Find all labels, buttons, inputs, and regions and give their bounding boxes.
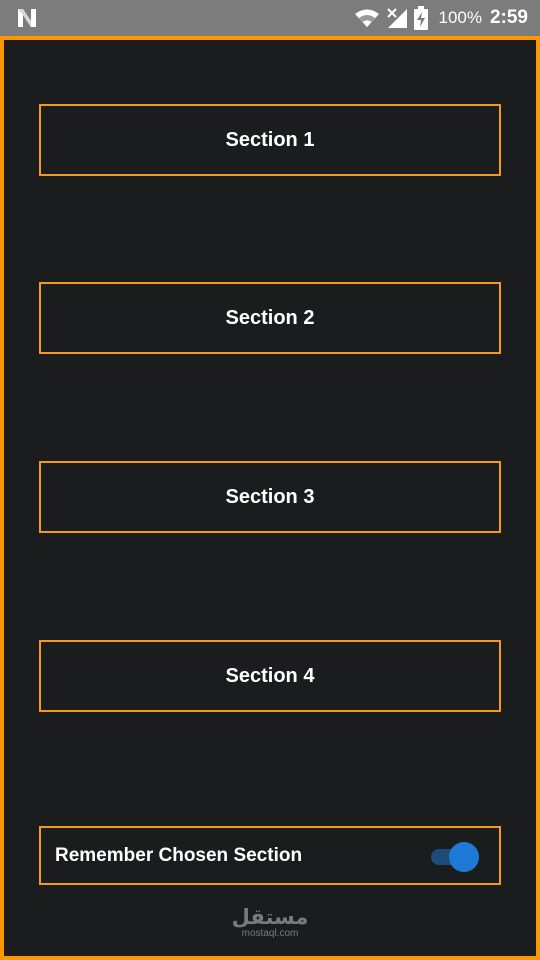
toggle-thumb xyxy=(449,841,479,872)
no-signal-icon xyxy=(387,8,408,28)
watermark-logo: مستقل xyxy=(231,905,309,929)
watermark: مستقل mostaql.com xyxy=(0,906,540,940)
battery-percent: 100% xyxy=(438,8,482,27)
wifi-icon xyxy=(355,9,380,27)
app-screen: 100% 2:59 Section 1 Section 2 Section 3 … xyxy=(0,0,540,960)
n-notification-icon xyxy=(18,9,36,27)
section-3-button[interactable]: Section 3 xyxy=(39,461,501,533)
status-bar: 100% 2:59 xyxy=(0,0,540,36)
section-4-button[interactable]: Section 4 xyxy=(39,640,501,712)
remember-section-label: Remember Chosen Section xyxy=(55,844,303,866)
battery-charging-icon xyxy=(414,6,429,30)
section-1-button[interactable]: Section 1 xyxy=(39,104,501,176)
remember-section-toggle[interactable] xyxy=(429,841,481,872)
watermark-url: mostaql.com xyxy=(241,928,299,939)
section-2-button[interactable]: Section 2 xyxy=(39,282,501,354)
status-clock: 2:59 xyxy=(489,7,528,28)
remember-section-row: Remember Chosen Section xyxy=(39,826,501,885)
status-icons: 100% 2:59 xyxy=(354,0,528,36)
